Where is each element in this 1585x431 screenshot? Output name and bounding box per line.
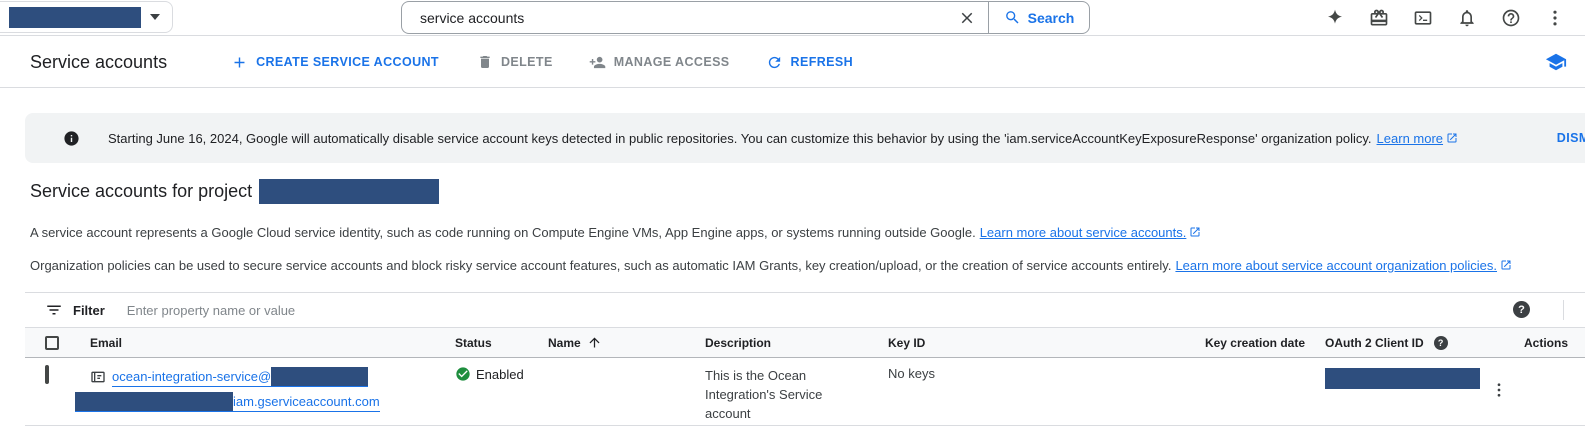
person-add-icon: [589, 54, 606, 71]
topbar-icons: [1325, 0, 1565, 36]
column-header-key-id[interactable]: Key ID: [868, 336, 1185, 350]
page-title: Service accounts: [30, 52, 167, 73]
status-cell: Enabled: [435, 358, 528, 382]
banner-learn-more-link[interactable]: Learn more: [1377, 131, 1443, 146]
refresh-button[interactable]: REFRESH: [766, 54, 854, 71]
row-actions-menu-icon[interactable]: [1490, 381, 1585, 399]
table-row: ocean-integration-service@ iam.gservicea…: [25, 358, 1585, 426]
name-cell: [528, 358, 685, 366]
select-all-checkbox[interactable]: [45, 336, 59, 350]
filter-label: Filter: [73, 303, 105, 318]
banner-message: Starting June 16, 2024, Google will auto…: [108, 131, 1458, 146]
column-header-actions: Actions: [1490, 336, 1585, 350]
gemini-icon[interactable]: [1325, 8, 1345, 28]
external-link-icon: [1189, 226, 1201, 238]
intro-paragraph: A service account represents a Google Cl…: [30, 225, 1201, 240]
search-button[interactable]: Search: [988, 1, 1090, 34]
more-vert-icon[interactable]: [1545, 8, 1565, 28]
description-cell: This is the Ocean Integration's Service …: [685, 358, 868, 423]
delete-button[interactable]: DELETE: [477, 54, 553, 70]
sort-ascending-icon: [587, 335, 602, 350]
add-icon: [231, 54, 248, 71]
gift-icon[interactable]: [1369, 8, 1389, 28]
column-header-description[interactable]: Description: [685, 336, 868, 350]
org-policy-paragraph: Organization policies can be used to sec…: [30, 258, 1512, 273]
chevron-down-icon: [150, 14, 160, 20]
section-heading: Service accounts for project: [30, 179, 439, 204]
column-header-key-creation-date[interactable]: Key creation date: [1185, 336, 1305, 350]
dismiss-button[interactable]: DISMISS: [1557, 131, 1585, 145]
external-link-icon: [1500, 259, 1512, 271]
cloud-shell-icon[interactable]: [1413, 8, 1433, 28]
key-creation-date-cell: [1185, 358, 1305, 366]
refresh-icon: [766, 54, 783, 71]
info-icon: [63, 130, 80, 147]
clear-search-icon[interactable]: [958, 9, 976, 27]
graduation-cap-icon[interactable]: [1545, 51, 1567, 73]
manage-access-button[interactable]: MANAGE ACCESS: [589, 54, 730, 71]
search-box[interactable]: [401, 1, 988, 34]
project-name-redacted: [9, 7, 141, 28]
page-toolbar: Service accounts CREATE SERVICE ACCOUNT …: [0, 37, 1585, 88]
trash-icon: [477, 54, 493, 70]
service-account-email-link[interactable]: ocean-integration-service@: [112, 367, 368, 387]
filter-bar: Filter ?: [25, 293, 1585, 327]
email-cell: ocean-integration-service@ iam.gservicea…: [70, 358, 435, 414]
project-id-redacted: [259, 179, 439, 204]
actions-cell: [1490, 358, 1585, 399]
search-button-label: Search: [1028, 10, 1075, 26]
filter-help-icon[interactable]: ?: [1513, 301, 1530, 318]
email-domain-redacted: [271, 367, 368, 386]
create-service-account-button[interactable]: CREATE SERVICE ACCOUNT: [231, 54, 439, 71]
filter-icon: [45, 301, 63, 319]
table-header-row: Email Status Name Description Key ID Key…: [25, 327, 1585, 358]
notifications-icon[interactable]: [1457, 8, 1477, 28]
top-bar: Search: [0, 0, 1585, 36]
check-circle-icon: [455, 366, 471, 382]
column-header-name[interactable]: Name: [528, 335, 685, 350]
column-header-oauth-client-id[interactable]: OAuth 2 Client ID ?: [1305, 336, 1490, 350]
project-selector[interactable]: [0, 1, 173, 33]
service-account-email-link-continued[interactable]: iam.gserviceaccount.com: [75, 392, 380, 412]
key-id-cell: No keys: [868, 358, 1185, 381]
column-header-email[interactable]: Email: [70, 336, 435, 350]
service-account-key-icon: [90, 369, 106, 385]
row-checkbox[interactable]: [45, 365, 49, 384]
learn-more-service-accounts-link[interactable]: Learn more about service accounts.: [980, 225, 1187, 240]
search-input[interactable]: [418, 9, 958, 27]
notice-banner: Starting June 16, 2024, Google will auto…: [25, 113, 1585, 163]
oauth-client-id-redacted: [1325, 368, 1480, 389]
divider: [1563, 300, 1564, 320]
column-header-status[interactable]: Status: [435, 336, 528, 350]
external-link-icon: [1446, 132, 1458, 144]
learn-more-org-policies-link[interactable]: Learn more about service account organiz…: [1175, 258, 1497, 273]
oauth-client-id-cell: [1305, 358, 1490, 392]
filter-input[interactable]: [125, 302, 1585, 319]
status-label: Enabled: [476, 367, 524, 382]
email-domain-redacted: [75, 392, 233, 411]
search-icon: [1004, 9, 1021, 26]
service-accounts-table: Filter ? Email Status Name Description K…: [25, 292, 1585, 426]
oauth-help-icon[interactable]: ?: [1434, 336, 1448, 350]
help-icon[interactable]: [1501, 8, 1521, 28]
search-bar: Search: [401, 1, 1090, 34]
